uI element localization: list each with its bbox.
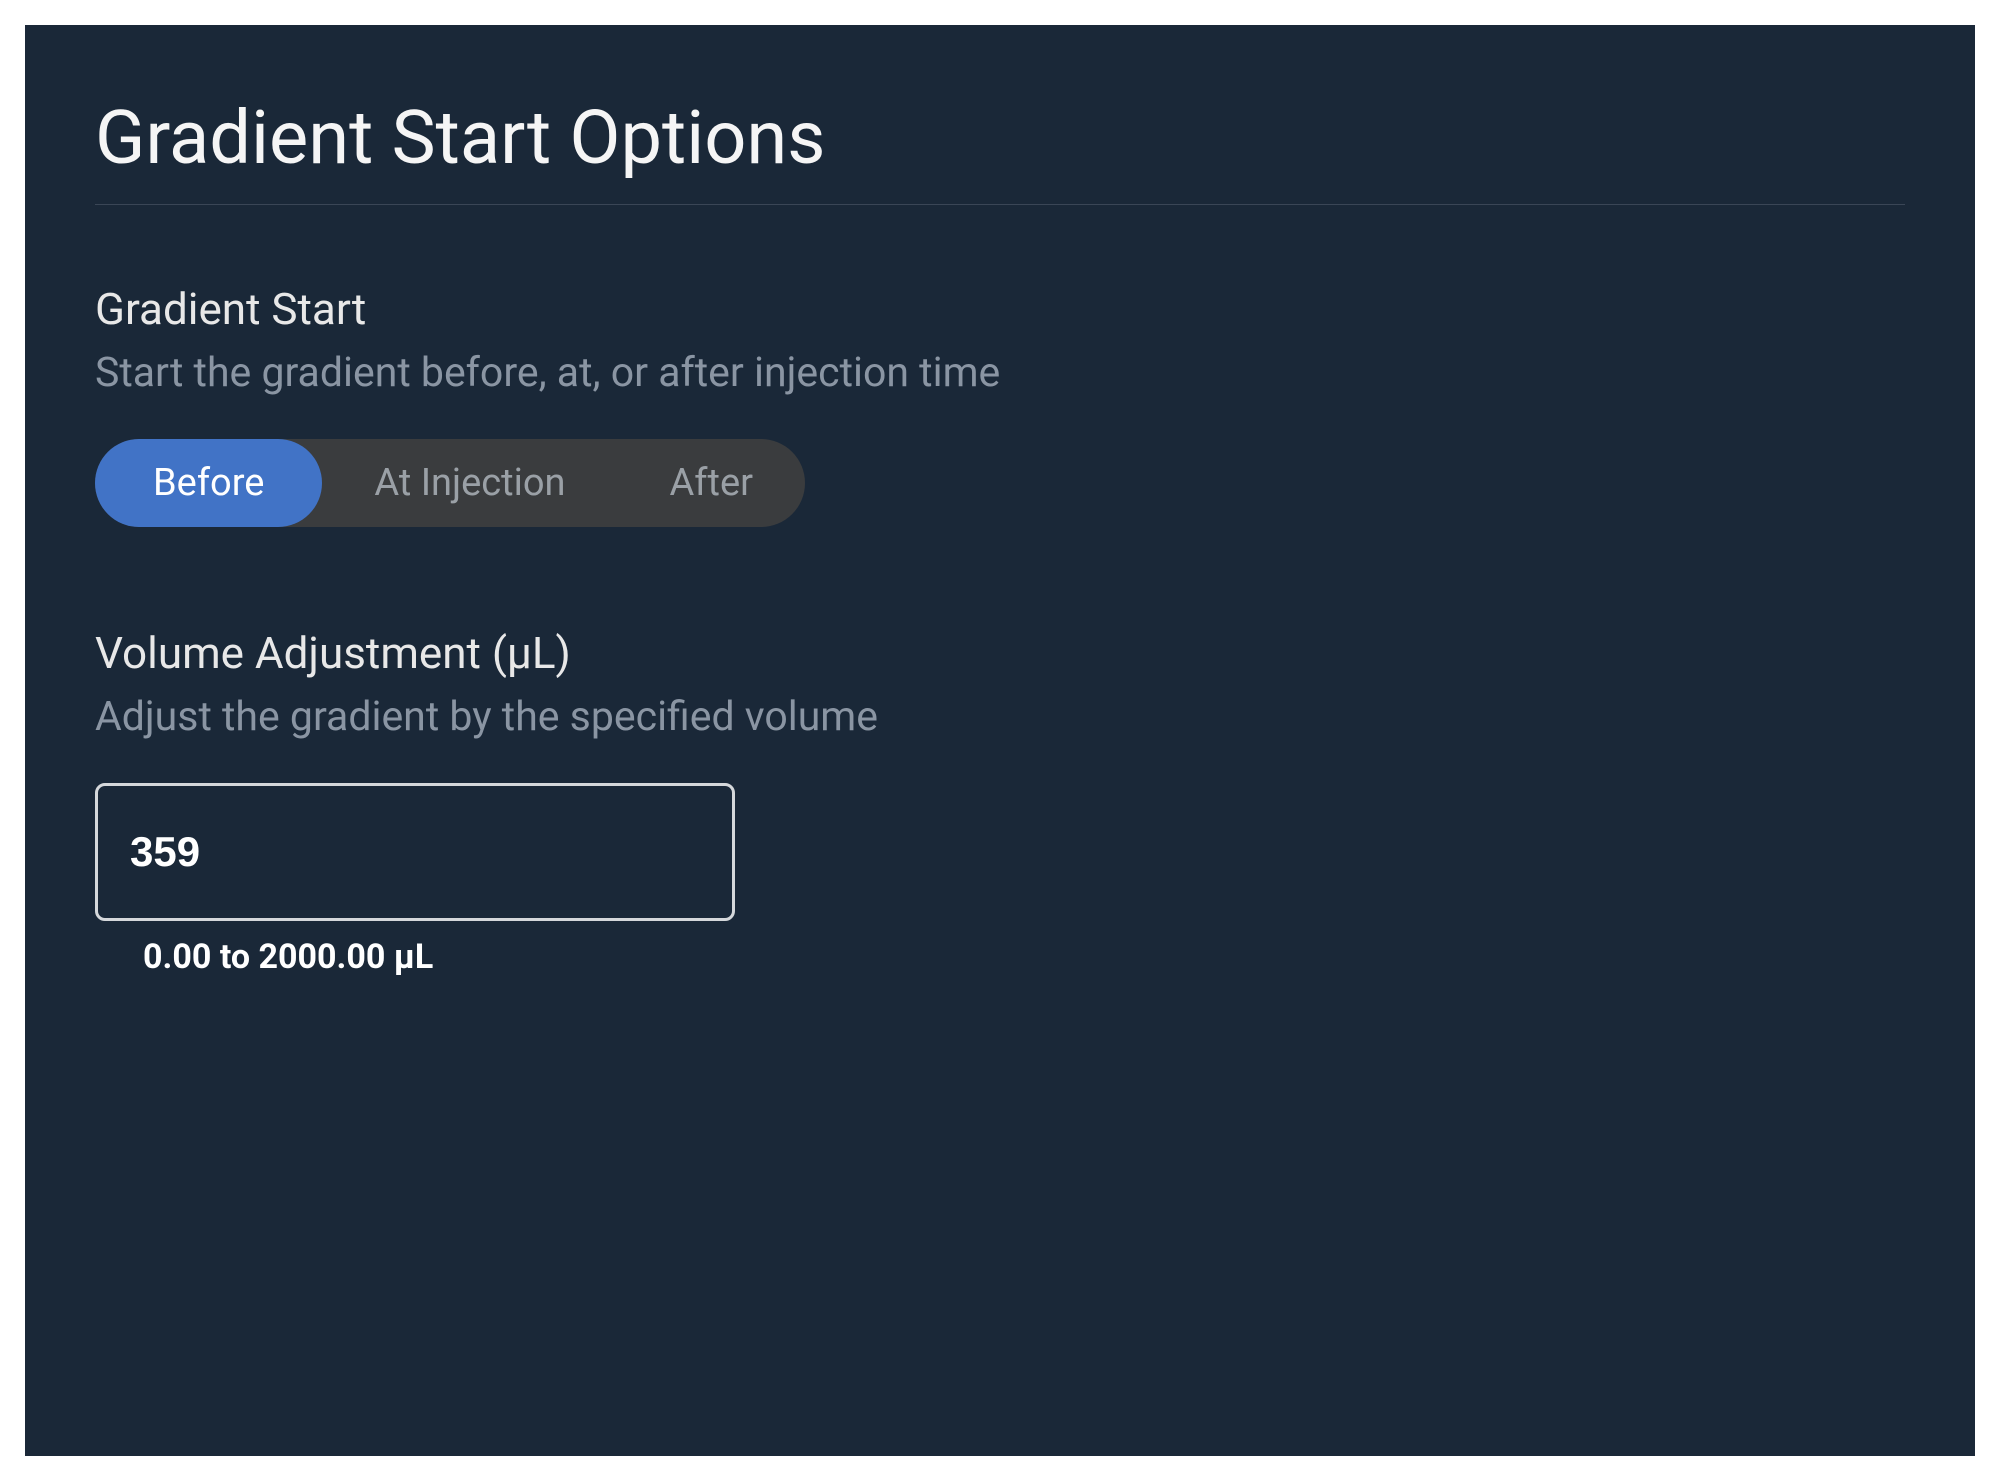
gradient-start-options-panel: Gradient Start Options Gradient Start St… xyxy=(25,25,1975,1456)
gradient-start-label: Gradient Start xyxy=(95,283,1905,335)
segment-at-injection[interactable]: At Injection xyxy=(322,439,617,527)
divider xyxy=(95,204,1905,205)
segment-before[interactable]: Before xyxy=(95,439,322,527)
gradient-start-description: Start the gradient before, at, or after … xyxy=(95,349,1905,397)
gradient-start-segmented-control: Before At Injection After xyxy=(95,439,805,527)
volume-adjustment-hint: 0.00 to 2000.00 µL xyxy=(143,937,1905,977)
volume-adjustment-input[interactable] xyxy=(95,783,735,921)
volume-adjustment-section: Volume Adjustment (µL) Adjust the gradie… xyxy=(95,627,1905,977)
gradient-start-section: Gradient Start Start the gradient before… xyxy=(95,283,1905,527)
volume-adjustment-description: Adjust the gradient by the specified vol… xyxy=(95,693,1905,741)
page-title: Gradient Start Options xyxy=(95,95,1905,182)
segment-after[interactable]: After xyxy=(618,439,805,527)
volume-adjustment-label: Volume Adjustment (µL) xyxy=(95,627,1905,679)
